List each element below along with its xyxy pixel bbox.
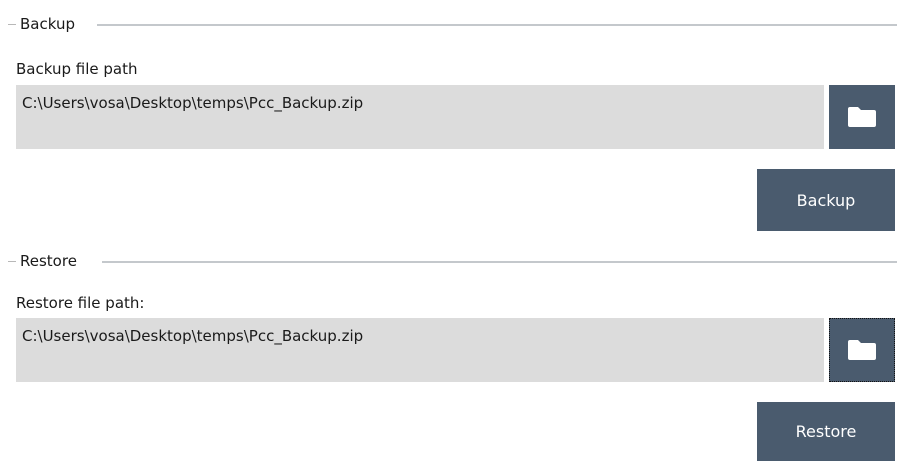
folder-icon [848,107,876,127]
group-separator-right [97,24,897,26]
restore-path-field[interactable]: C:\Users\vosa\Desktop\temps\Pcc_Backup.z… [16,318,824,382]
restore-button[interactable]: Restore [757,402,895,461]
backup-group-header: Backup [0,14,897,34]
group-separator-left [8,261,16,262]
backup-group-title: Backup [20,15,75,33]
restore-path-value: C:\Users\vosa\Desktop\temps\Pcc_Backup.z… [22,327,364,345]
backup-path-label: Backup file path [16,60,138,78]
backup-path-value: C:\Users\vosa\Desktop\temps\Pcc_Backup.z… [22,94,364,112]
folder-icon [848,340,876,360]
restore-path-label: Restore file path: [16,294,145,312]
restore-group-title: Restore [20,252,77,270]
restore-browse-button[interactable] [829,318,895,382]
backup-browse-button[interactable] [829,85,895,149]
backup-button[interactable]: Backup [757,169,895,231]
group-separator-right [102,261,897,263]
restore-group-header: Restore [0,251,897,271]
group-separator-left [8,24,16,25]
backup-path-field[interactable]: C:\Users\vosa\Desktop\temps\Pcc_Backup.z… [16,85,824,149]
